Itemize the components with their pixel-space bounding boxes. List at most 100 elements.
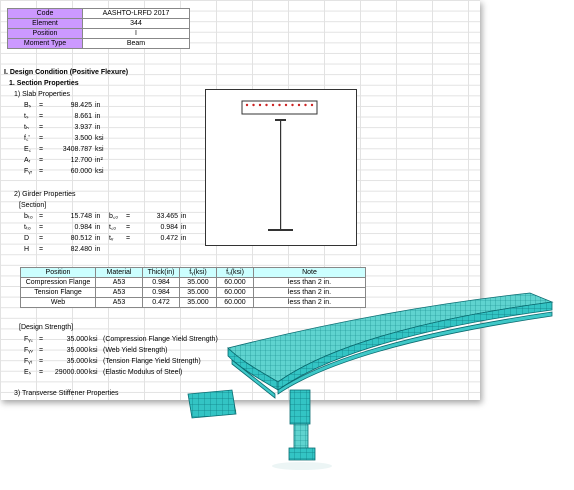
equals-sign: = xyxy=(39,246,44,253)
table-cell: Compression Flange xyxy=(20,277,96,288)
column-header: Thick(in) xyxy=(142,267,180,278)
slab-unit: in xyxy=(95,124,101,131)
strength-description: (Elastic Modulus of Steel) xyxy=(103,369,183,376)
table-cell: 60.000 xyxy=(216,277,254,288)
top-flange xyxy=(275,119,286,121)
slab-value: 8.661 xyxy=(74,113,92,120)
slab-unit: in xyxy=(95,102,101,109)
girder-unit: in xyxy=(181,224,187,231)
strength-symbol: Eₛ xyxy=(24,369,32,376)
slab-symbol: tₛ xyxy=(24,113,29,120)
strength-symbol: Fᵧᵥ xyxy=(24,347,33,354)
girder-value: 0.472 xyxy=(160,235,178,242)
girder-symbol: D xyxy=(24,235,30,242)
equals-sign: = xyxy=(39,113,44,120)
column-header: Material xyxy=(95,267,143,278)
strength-value: 35.000 xyxy=(66,336,88,343)
section-diagram xyxy=(205,89,357,246)
column-header: fᵤ(ksi) xyxy=(216,267,254,278)
girder-unit: in xyxy=(95,235,101,242)
header-table: Code AASHTO-LRFD 2017 Element 344 Position… xyxy=(7,8,190,49)
header-value: I xyxy=(82,28,190,39)
stiffener-title: 3) Transverse Stiffener Properties xyxy=(14,390,119,397)
slab-value: 98.425 xyxy=(70,102,92,109)
slab-outline xyxy=(241,100,318,115)
slab-symbol: Bₛ xyxy=(24,102,32,109)
girder-symbol: tᵥ xyxy=(109,235,114,242)
slab-symbol: tₕ xyxy=(24,124,29,131)
header-key: Code xyxy=(7,8,83,19)
strength-value: 35.000 xyxy=(66,347,88,354)
girder-title: 2) Girder Properties xyxy=(14,191,76,198)
equals-sign: = xyxy=(39,168,44,175)
bridge-3d-model xyxy=(187,292,554,470)
header-key: Element xyxy=(7,18,83,29)
table-cell: less than 2 in. xyxy=(253,277,366,288)
strength-unit: ksi xyxy=(89,336,98,343)
strength-value: 29000.000 xyxy=(54,369,88,376)
equals-sign: = xyxy=(39,336,44,343)
slab-symbol: f꜀' xyxy=(24,135,30,142)
equals-sign: = xyxy=(39,235,44,242)
equals-sign: = xyxy=(39,135,44,142)
girder-value: 80.512 xyxy=(70,235,92,242)
equals-sign: = xyxy=(126,235,131,242)
slab-symbol: Aᵣ xyxy=(24,157,31,164)
design-strength-title: [Design Strength] xyxy=(19,324,74,331)
bridge-deck xyxy=(227,292,554,391)
equals-sign: = xyxy=(39,369,44,376)
equals-sign: = xyxy=(39,146,44,153)
girder-symbol: b꜀ₒ xyxy=(109,213,118,220)
equals-sign: = xyxy=(39,358,44,365)
slab-title: 1) Slab Properties xyxy=(14,91,71,98)
slab-unit: in² xyxy=(95,157,103,164)
equals-sign: = xyxy=(39,157,44,164)
equals-sign: = xyxy=(39,224,44,231)
equals-sign: = xyxy=(126,213,131,220)
strength-unit: ksi xyxy=(89,347,98,354)
column-header: Note xyxy=(253,267,366,278)
slab-unit: ksi xyxy=(95,135,104,142)
girder-symbol: H xyxy=(24,246,30,253)
abutment xyxy=(187,389,237,419)
strength-description: (Web Yield Strength) xyxy=(103,347,168,354)
header-value: 344 xyxy=(82,18,190,29)
web xyxy=(280,121,282,230)
girder-value: 33.465 xyxy=(156,213,178,220)
girder-value: 82.480 xyxy=(70,246,92,253)
table-cell: Web xyxy=(20,297,96,308)
slab-symbol: E꜀ xyxy=(24,146,32,153)
slab-value: 3408.787 xyxy=(62,146,92,153)
table-cell: A53 xyxy=(95,287,143,298)
bridge-shadow xyxy=(272,462,332,470)
strength-unit: ksi xyxy=(89,369,98,376)
column-header: fᵧ(ksi) xyxy=(179,267,217,278)
slab-value: 3.500 xyxy=(74,135,92,142)
girder-section-drawing xyxy=(241,100,318,231)
girder-symbol: t꜀ₒ xyxy=(109,224,117,231)
strength-symbol: Fᵧ꜀ xyxy=(24,336,33,343)
header-value: AASHTO-LRFD 2017 xyxy=(82,8,190,19)
girder-symbol: tₜₒ xyxy=(24,224,31,231)
equals-sign: = xyxy=(39,347,44,354)
slab-unit: ksi xyxy=(95,146,104,153)
girder-unit: in xyxy=(95,213,101,220)
girder-symbol: bₜₒ xyxy=(24,213,33,220)
table-header-row: Position Material Thick(in) fᵧ(ksi) fᵤ(k… xyxy=(20,267,366,278)
slab-unit: in xyxy=(95,113,101,120)
girder-unit: in xyxy=(95,224,101,231)
slab-unit: ksi xyxy=(95,168,104,175)
equals-sign: = xyxy=(39,213,44,220)
girder-value: 0.984 xyxy=(74,224,92,231)
bottom-flange xyxy=(268,229,293,231)
table-cell: A53 xyxy=(95,297,143,308)
equals-sign: = xyxy=(39,124,44,131)
header-key: Position xyxy=(7,28,83,39)
girder-value: 15.748 xyxy=(70,213,92,220)
slab-value: 60.000 xyxy=(70,168,92,175)
table-cell: 0.984 xyxy=(142,277,180,288)
girder-unit: in xyxy=(95,246,101,253)
subsection-title: 1. Section Properties xyxy=(9,80,79,87)
strength-symbol: Fᵧₜ xyxy=(24,358,33,365)
section-title: I. Design Condition (Positive Flexure) xyxy=(4,69,129,76)
